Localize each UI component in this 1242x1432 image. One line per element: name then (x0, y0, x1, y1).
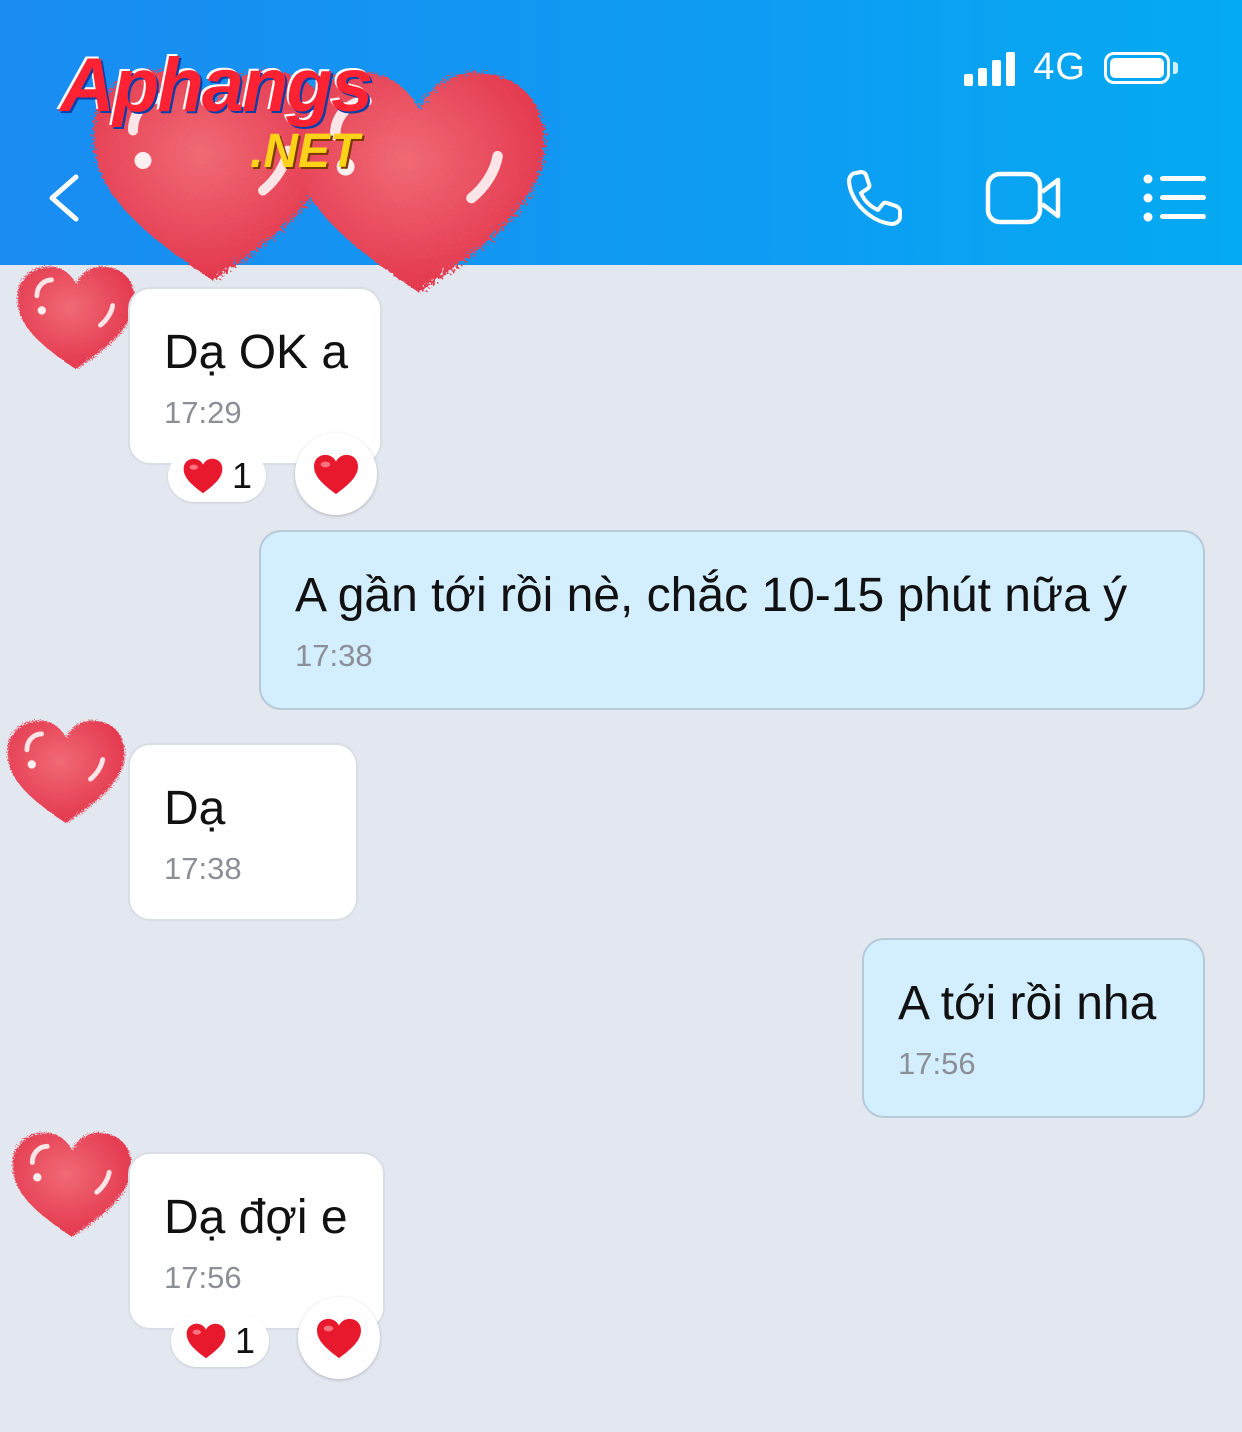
message-time: 17:38 (164, 851, 242, 886)
heart-emoji-icon (182, 457, 224, 495)
message-text: Dạ đợi e (164, 1191, 348, 1244)
message-text: A tới rồi nha (898, 977, 1157, 1030)
message-text: Dạ (164, 782, 226, 835)
heart-emoji-icon (185, 1322, 227, 1360)
incoming-message-bubble[interactable]: Dạ 17:38 (128, 743, 358, 921)
contact-avatar-heart[interactable] (10, 1128, 134, 1244)
outgoing-message-bubble[interactable]: A tới rồi nha 17:56 (862, 938, 1205, 1118)
watermark-logo: Aphangs .NET (60, 43, 373, 178)
reaction-summary[interactable]: 1 (171, 1315, 270, 1367)
reaction-count: 1 (232, 455, 253, 496)
video-call-button[interactable] (984, 165, 1064, 231)
heart-emoji-icon (312, 453, 360, 496)
contact-avatar-heart[interactable] (14, 264, 138, 374)
battery-icon (1104, 51, 1178, 84)
phone-icon (847, 170, 902, 226)
network-type: 4G (1033, 46, 1086, 88)
message-time: 17:29 (164, 395, 242, 430)
message-text: A gần tới rồi nè, chắc 10-15 phút nữa ý (295, 569, 1128, 622)
cellular-signal-icon (964, 50, 1016, 86)
list-menu-icon (1143, 174, 1206, 222)
status-bar: 4G (964, 46, 1178, 89)
reaction-summary[interactable]: 1 (168, 450, 267, 502)
message-text: Dạ OK a (164, 326, 349, 379)
heart-emoji-icon (315, 1317, 363, 1360)
message-time: 17:56 (898, 1046, 976, 1081)
reaction-count: 1 (235, 1320, 256, 1361)
chat-options-button[interactable] (1142, 165, 1208, 231)
video-camera-icon (985, 171, 1061, 225)
react-heart-button[interactable] (295, 433, 377, 515)
outgoing-message-bubble[interactable]: A gần tới rồi nè, chắc 10-15 phút nữa ý … (259, 530, 1205, 710)
message-time: 17:56 (164, 1260, 242, 1295)
react-heart-button[interactable] (298, 1297, 380, 1379)
voice-call-button[interactable] (840, 165, 910, 231)
message-time: 17:38 (295, 638, 373, 673)
contact-avatar-heart[interactable] (4, 718, 128, 828)
